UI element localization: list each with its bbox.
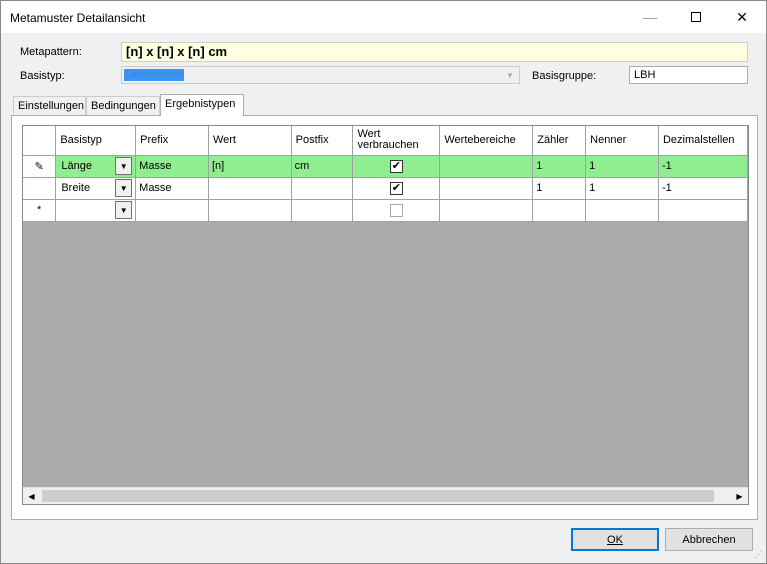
column-header[interactable]: Wert verbrauchen [352,126,441,156]
zaehler-cell[interactable]: 1 [532,177,587,200]
verbrauchen-checkbox[interactable]: ✔ [389,181,403,195]
basistyp-cell-value: Länge [61,160,92,172]
column-header[interactable]: Dezimalstellen [658,126,748,156]
cancel-button[interactable]: Abbrechen [665,528,753,551]
new-row[interactable]: * ▼ [23,199,748,222]
wert-cell[interactable]: [n] [208,155,292,178]
zaehler-cell[interactable]: 1 [532,155,587,178]
scroll-left-icon[interactable]: ◀ [23,488,40,504]
postfix-cell[interactable]: cm [291,155,354,178]
row-marker[interactable] [23,177,57,200]
column-header[interactable]: Basistyp [55,126,137,156]
results-grid: Basistyp Prefix Wert Postfix Wert verbra… [22,125,749,505]
row-header-corner [23,126,57,156]
verbrauchen-cell[interactable]: ✔ [352,177,441,200]
dezimal-cell[interactable] [658,199,748,222]
basisgruppe-label: Basisgruppe: [532,70,597,82]
minimize-button[interactable]: — [627,1,673,33]
column-header[interactable]: Zähler [532,126,587,156]
ok-button[interactable]: OK [571,528,659,551]
dezimal-cell[interactable]: -1 [658,155,748,178]
minimize-icon: — [643,9,657,25]
close-icon: ✕ [736,8,748,25]
basistyp-label: Basistyp: [20,70,65,82]
prefix-cell[interactable]: Masse [135,155,209,178]
verbrauchen-cell[interactable]: ✔ [352,155,441,178]
scrollbar-thumb[interactable] [42,490,714,502]
basistyp-cell-value: Breite [61,182,91,194]
window-title: Metamuster Detailansicht [10,11,146,25]
close-button[interactable]: ✕ [719,1,765,33]
column-header[interactable]: Nenner [585,126,659,156]
basistyp-cell[interactable]: Breite ▼ [55,177,137,200]
prefix-cell[interactable] [135,199,209,222]
new-row-asterisk-icon[interactable]: * [23,199,57,222]
tab-einstellungen[interactable]: Einstellungen [13,96,86,116]
table-row[interactable]: Breite ▼ Masse ✔ 1 1 -1 [23,177,748,200]
dialog-window: Metamuster Detailansicht — ✕ Metapattern… [0,0,767,564]
wertebereiche-cell[interactable] [439,199,534,222]
wertebereiche-cell[interactable] [439,177,534,200]
chevron-down-icon[interactable]: ▼ [115,179,133,197]
nenner-cell[interactable]: 1 [585,155,659,178]
postfix-cell[interactable] [291,177,354,200]
results-table: Basistyp Prefix Wert Postfix Wert verbra… [23,126,748,222]
metapattern-label: Metapattern: [20,46,82,58]
wert-cell[interactable] [208,177,292,200]
title-bar: Metamuster Detailansicht — ✕ [1,1,766,33]
metapattern-input[interactable]: [n] x [n] x [n] cm [121,42,748,62]
ok-button-label: OK [607,533,623,546]
column-header[interactable]: Prefix [135,126,209,156]
resize-grip-icon[interactable]: ⋰ [754,549,763,560]
column-header[interactable]: Postfix [291,126,354,156]
basistyp-cell[interactable]: ▼ [55,199,137,222]
dezimal-cell[interactable]: -1 [658,177,748,200]
tab-bedingungen[interactable]: Bedingungen [86,96,160,116]
zaehler-cell[interactable] [532,199,587,222]
prefix-cell[interactable]: Masse [135,177,209,200]
verbrauchen-checkbox[interactable] [389,203,403,217]
tab-ergebnistypen[interactable]: Ergebnistypen [160,94,244,116]
wertebereiche-cell[interactable] [439,155,534,178]
postfix-cell[interactable] [291,199,354,222]
maximize-icon [691,12,701,22]
verbrauchen-checkbox[interactable]: ✔ [389,159,403,173]
maximize-button[interactable] [673,1,719,33]
basistyp-select[interactable]: Dimensionen ▼ [121,66,520,84]
header-row: Basistyp Prefix Wert Postfix Wert verbra… [23,126,748,156]
nenner-cell[interactable] [585,199,659,222]
chevron-down-icon[interactable]: ▼ [115,157,133,175]
basistyp-cell[interactable]: Länge ▼ [55,155,137,178]
horizontal-scrollbar[interactable]: ◀ ▶ [23,487,748,504]
chevron-down-icon: ▼ [506,71,514,80]
column-header[interactable]: Wert [208,126,292,156]
verbrauchen-cell[interactable] [352,199,441,222]
basisgruppe-input[interactable]: LBH [629,66,748,84]
cancel-button-label: Abbrechen [682,533,736,546]
basistyp-selected-value: Dimensionen [124,69,185,81]
wert-cell[interactable] [208,199,292,222]
chevron-down-icon[interactable]: ▼ [115,201,133,219]
column-header[interactable]: Wertebereiche [439,126,534,156]
table-row[interactable]: ✎ Länge ▼ Masse [n] cm ✔ 1 1 -1 [23,155,748,178]
row-marker-pencil-icon[interactable]: ✎ [23,155,57,178]
scroll-right-icon[interactable]: ▶ [731,488,748,504]
nenner-cell[interactable]: 1 [585,177,659,200]
